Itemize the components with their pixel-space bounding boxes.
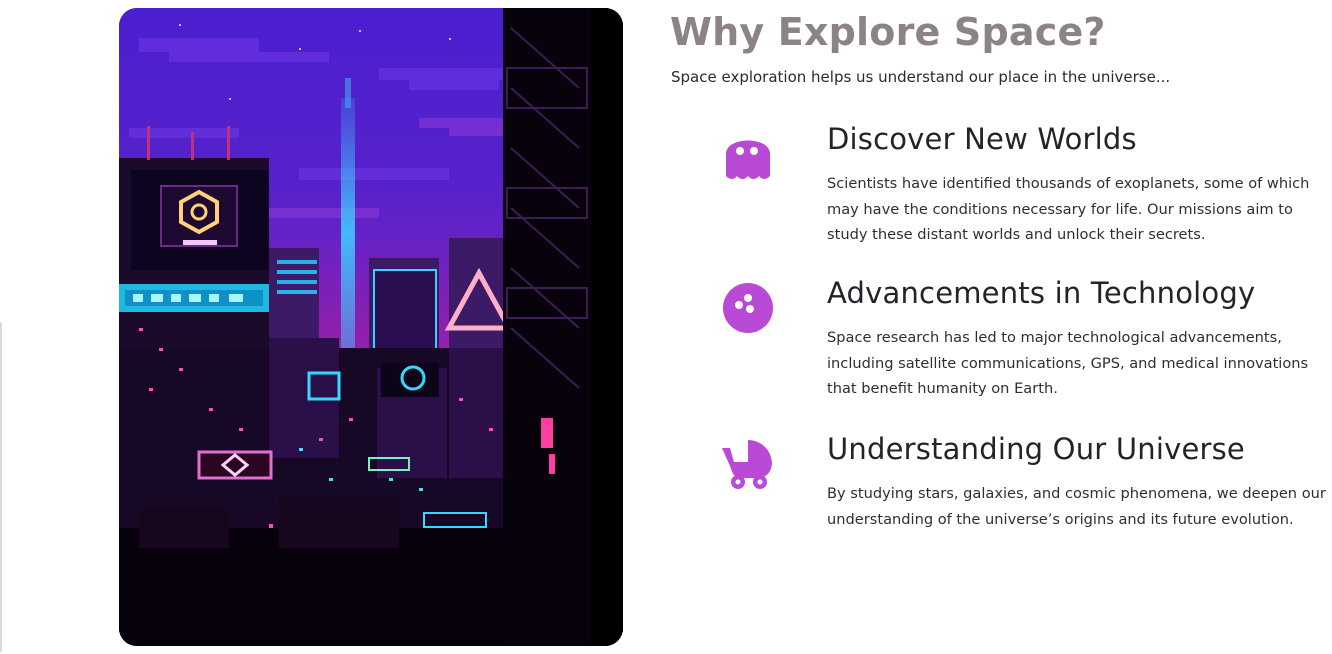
- feature-title: Discover New Worlds: [827, 122, 1137, 156]
- feature-text: By studying stars, galaxies, and cosmic …: [827, 485, 1326, 528]
- section-intro: Space exploration helps us understand ou…: [671, 68, 1171, 86]
- feature-text: Scientists have identified thousands of …: [827, 175, 1310, 243]
- ghost-icon: [726, 140, 770, 179]
- bowling-ball-icon: [723, 283, 773, 333]
- cyberpunk-city-illustration: [119, 8, 623, 646]
- baby-carriage-icon: [722, 440, 772, 489]
- page: Why Explore Space? Space exploration hel…: [0, 0, 1332, 654]
- feature-advancements-technology: Advancements in Technology Space researc…: [720, 276, 1332, 412]
- feature-discover-new-worlds: Discover New Worlds Scientists have iden…: [720, 122, 1332, 258]
- scrollbar-edge: [0, 322, 2, 652]
- section-title: Why Explore Space?: [670, 10, 1106, 54]
- feature-title: Advancements in Technology: [827, 276, 1256, 310]
- feature-understanding-universe: Understanding Our Universe By studying s…: [720, 432, 1332, 568]
- feature-title: Understanding Our Universe: [827, 432, 1245, 466]
- feature-text: Space research has led to major technolo…: [827, 329, 1309, 397]
